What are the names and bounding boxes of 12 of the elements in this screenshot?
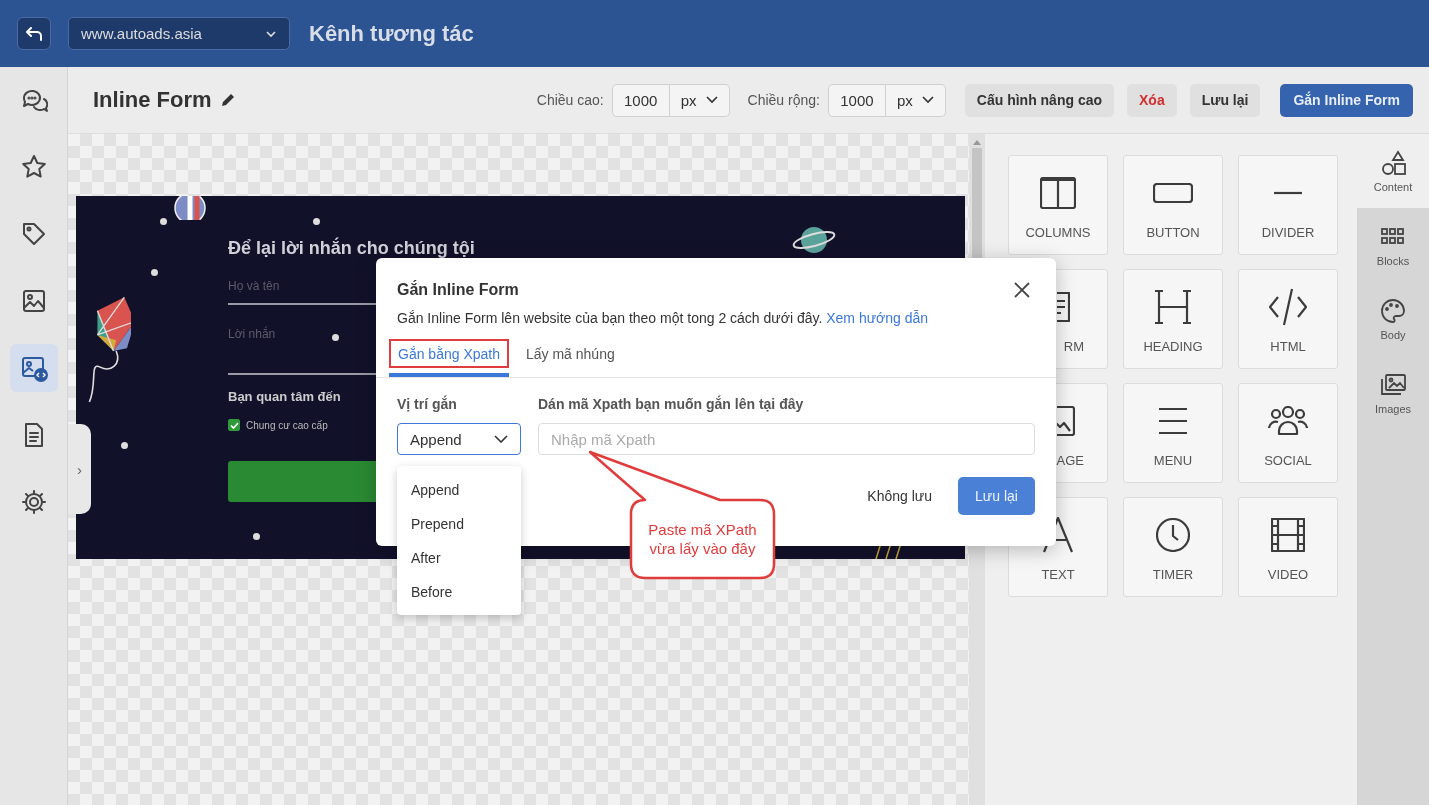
interest-label: Bạn quan tâm đến (228, 389, 341, 404)
option-label: Chung cư cao cấp (246, 419, 328, 431)
xpath-label: Dán mã Xpath bạn muốn gắn lên tại đây (538, 396, 805, 412)
callout-text: Paste mã XPath vừa lấy vào đây (647, 520, 758, 558)
height-label: Chiều cao: (536, 92, 604, 108)
dialog-title: Gắn Inline Form (397, 281, 519, 299)
page-title: Kênh tương tác (309, 20, 474, 47)
form-title: Inline Form (93, 87, 212, 113)
dialog-description: Gắn Inline Form lên website của bạn theo một tong 2 cách dưới đây. Xem hướng dẫn (397, 310, 930, 326)
position-label: Vị trí gắn (397, 396, 458, 412)
form-heading: Để lại lời nhắn cho chúng tội (228, 238, 476, 259)
width-label: Chiều rộng: (747, 92, 820, 108)
